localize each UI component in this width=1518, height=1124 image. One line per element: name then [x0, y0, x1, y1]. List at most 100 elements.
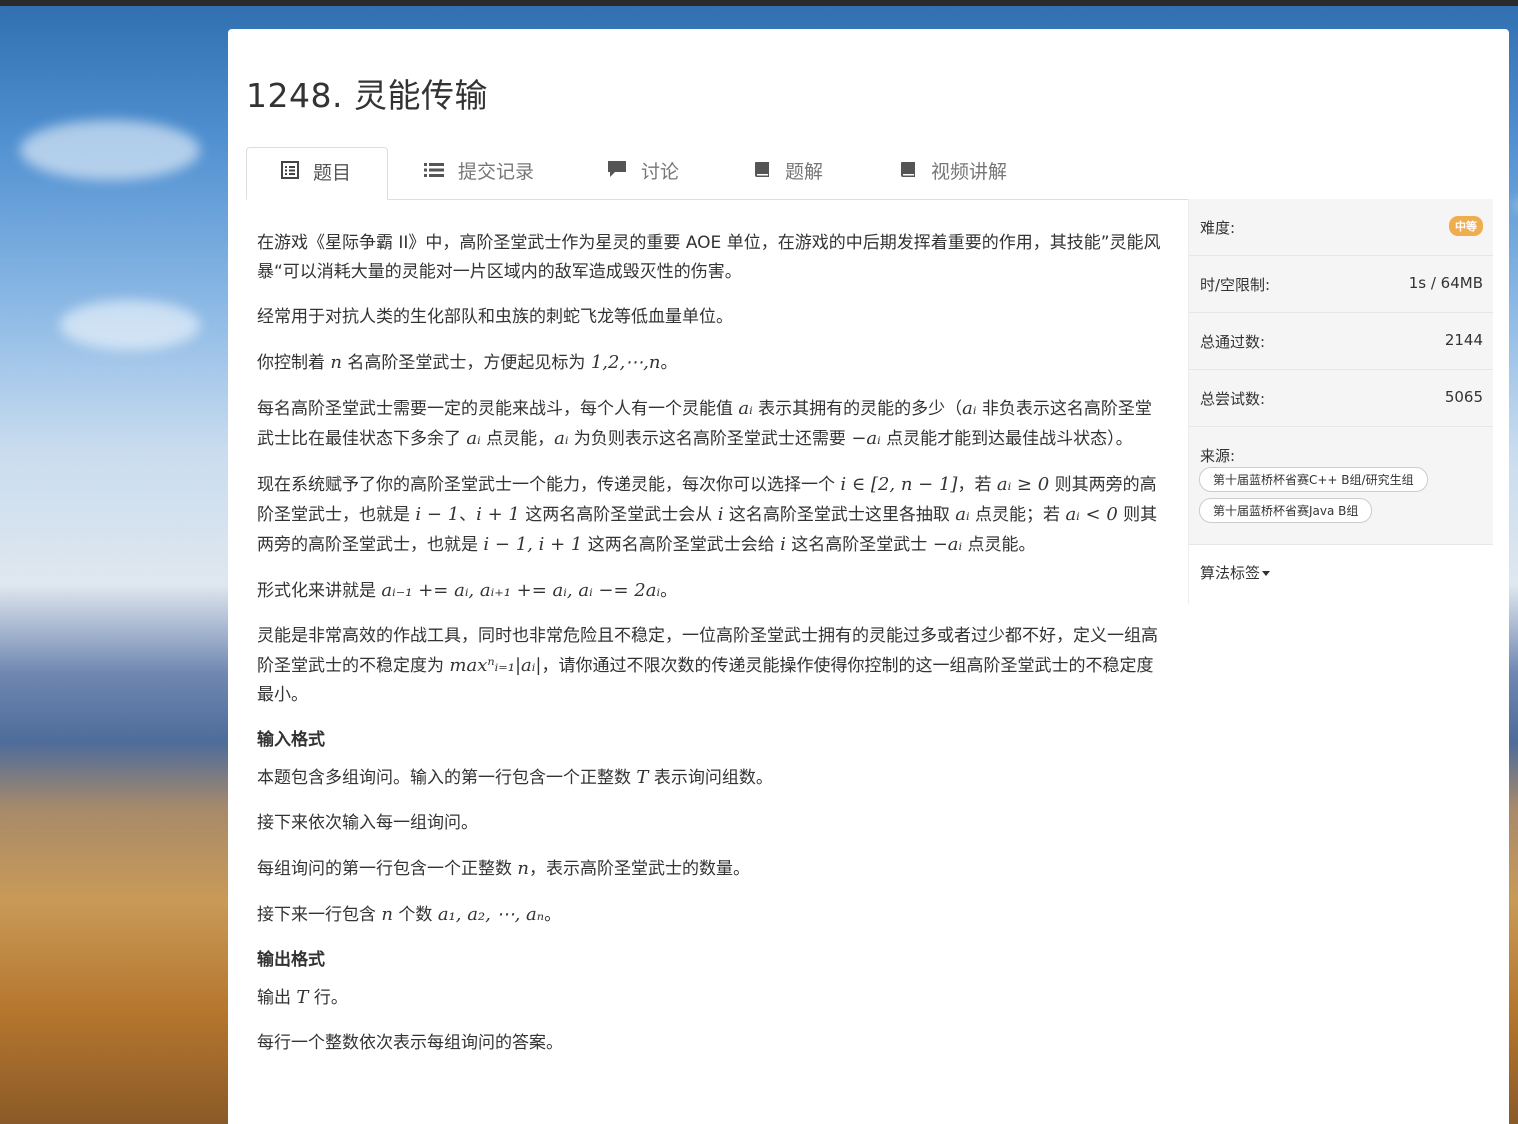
tab-video[interactable]: 视频讲解 [899, 147, 1027, 198]
text: 。 [660, 581, 678, 601]
limit-label: 时/空限制: [1200, 276, 1271, 294]
statement-paragraph: 灵能是非常高效的作战工具，同时也非常危险且不稳定，一位高阶圣堂武士拥有的灵能过多… [257, 622, 1167, 710]
caret-down-icon [1262, 571, 1271, 576]
text: 名高阶圣堂武士，方便起见标为 [342, 353, 591, 373]
text: 输出 [257, 988, 297, 1008]
statement-paragraph: 你控制着 n 名高阶圣堂武士，方便起见标为 1,2,⋯,n。 [257, 348, 1167, 378]
book-icon [753, 147, 771, 198]
limit-value: 1s / 64MB [1408, 274, 1483, 292]
math: i ∈ [2, n − 1] [840, 474, 958, 495]
difficulty-label: 难度: [1200, 219, 1236, 237]
statement-paragraph: 输出 T 行。 [257, 983, 1167, 1013]
text: 接下来一行包含 [257, 905, 382, 925]
math: aᵢ [738, 398, 753, 419]
text: 行。 [308, 988, 348, 1008]
math: T [636, 767, 649, 788]
text: 表示其拥有的灵能的多少（ [752, 399, 963, 419]
tried-label: 总尝试数: [1200, 390, 1266, 408]
tried-row: 总尝试数: 5065 [1189, 370, 1493, 427]
math: n [517, 858, 529, 879]
tab-solutions[interactable]: 题解 [753, 147, 843, 198]
math: T [296, 987, 309, 1008]
text: 点灵能。 [962, 535, 1036, 555]
statement-paragraph: 现在系统赋予了你的高阶圣堂武士一个能力，传递灵能，每次你可以选择一个 i ∈ [… [257, 470, 1167, 560]
tab-label: 提交记录 [458, 161, 535, 183]
statement-paragraph: 本题包含多组询问。输入的第一行包含一个正整数 T 表示询问组数。 [257, 763, 1167, 793]
difficulty-badge: 中等 [1449, 216, 1483, 236]
text: 、 [459, 505, 477, 525]
statement-paragraph: 形式化来讲就是 aᵢ₋₁ += aᵢ, aᵢ₊₁ += aᵢ, aᵢ −= 2a… [257, 576, 1167, 606]
math: i − 1, i + 1 [483, 534, 583, 555]
statement-paragraph: 经常用于对抗人类的生化部队和虫族的刺蛇飞龙等低血量单位。 [257, 307, 733, 327]
limit-row: 时/空限制: 1s / 64MB [1189, 256, 1493, 313]
algorithm-tags-toggle[interactable]: 算法标签 [1189, 545, 1493, 602]
text: 每名高阶圣堂武士需要一定的灵能来战斗，每个人有一个灵能值 [257, 399, 739, 419]
book-icon [899, 147, 917, 198]
output-format-heading: 输出格式 [257, 950, 325, 970]
source-label: 来源: [1200, 447, 1236, 465]
tab-label: 视频讲解 [931, 161, 1008, 183]
tab-label: 讨论 [641, 161, 680, 183]
text: 本题包含多组询问。输入的第一行包含一个正整数 [257, 768, 637, 788]
math: n [330, 352, 342, 373]
text: 现在系统赋予了你的高阶圣堂武士一个能力，传递灵能，每次你可以选择一个 [257, 475, 841, 495]
source-row: 来源: 第十届蓝桥杯省赛C++ B组/研究生组 第十届蓝桥杯省赛Java B组 [1189, 427, 1493, 545]
problem-card: 1248. 灵能传输 题目 提交记录 讨论 题解 视频讲解 在游戏《星际争霸 I… [228, 29, 1509, 1124]
text: 为负则表示这名高阶圣堂武士还需要 [568, 429, 852, 449]
text: 这两名高阶圣堂武士会从 [519, 505, 718, 525]
comment-icon [607, 147, 627, 198]
text: 。 [544, 905, 562, 925]
text: 这名高阶圣堂武士 [785, 535, 933, 555]
passed-row: 总通过数: 2144 [1189, 313, 1493, 370]
statement-paragraph: 接下来一行包含 n 个数 a₁, a₂, ⋯, aₙ。 [257, 900, 1167, 930]
text: 点灵能才能到达最佳战斗状态）。 [880, 429, 1133, 449]
math: maxⁿᵢ₌₁|aᵢ| [449, 655, 542, 676]
text: 。 [660, 353, 678, 373]
text: 这名高阶圣堂武士这里各抽取 [723, 505, 956, 525]
math: aᵢ [962, 398, 977, 419]
page-title: 1248. 灵能传输 [246, 76, 488, 115]
text: 每组询问的第一行包含一个正整数 [257, 859, 518, 879]
problem-info-sidebar: 难度: 中等 时/空限制: 1s / 64MB 总通过数: 2144 总尝试数:… [1188, 199, 1493, 604]
problem-statement: 在游戏《星际争霸 II》中，高阶圣堂武士作为星灵的重要 AOE 单位，在游戏的中… [257, 229, 1167, 1074]
text: 形式化来讲就是 [257, 581, 382, 601]
tab-bar: 题目 提交记录 讨论 题解 视频讲解 [246, 147, 1492, 200]
math: aᵢ₋₁ += aᵢ, aᵢ₊₁ += aᵢ, aᵢ −= 2aᵢ [381, 580, 661, 601]
list-icon [424, 147, 444, 198]
passed-label: 总通过数: [1200, 333, 1266, 351]
background-cloud [20, 120, 200, 180]
text: 个数 [393, 905, 438, 925]
statement-paragraph: 每名高阶圣堂武士需要一定的灵能来战斗，每个人有一个灵能值 aᵢ 表示其拥有的灵能… [257, 394, 1167, 454]
background-cloud [60, 300, 200, 350]
math: aᵢ [466, 428, 481, 449]
tab-submissions[interactable]: 提交记录 [424, 147, 554, 198]
tried-value: 5065 [1444, 388, 1483, 406]
tab-label: 题解 [785, 161, 824, 183]
tab-label: 题目 [313, 162, 352, 184]
text: 点灵能；若 [969, 505, 1066, 525]
text: 这两名高阶圣堂武士会给 [582, 535, 781, 555]
math: −aᵢ [851, 428, 881, 449]
passed-value: 2144 [1444, 331, 1483, 349]
algorithm-tags-label: 算法标签 [1200, 564, 1261, 582]
input-format-heading: 输入格式 [257, 730, 325, 750]
text: ，表示高阶圣堂武士的数量。 [529, 859, 750, 879]
text: 点灵能， [480, 429, 555, 449]
statement-paragraph: 每行一个整数依次表示每组询问的答案。 [257, 1033, 563, 1053]
list-alt-icon [281, 148, 299, 199]
source-tag[interactable]: 第十届蓝桥杯省赛Java B组 [1199, 498, 1373, 523]
statement-paragraph: 每组询问的第一行包含一个正整数 n，表示高阶圣堂武士的数量。 [257, 854, 1167, 884]
math: i + 1 [476, 504, 520, 525]
math: 1,2,⋯,n [590, 352, 661, 373]
browser-top-bar [0, 0, 1518, 6]
source-tag[interactable]: 第十届蓝桥杯省赛C++ B组/研究生组 [1199, 467, 1428, 492]
statement-paragraph: 接下来依次输入每一组询问。 [257, 813, 478, 833]
difficulty-row: 难度: 中等 [1189, 199, 1493, 256]
text: ，若 [957, 475, 997, 495]
tab-problem[interactable]: 题目 [246, 147, 388, 200]
math: aᵢ ≥ 0 [996, 474, 1050, 495]
tab-discussion[interactable]: 讨论 [607, 147, 699, 198]
math: aᵢ [955, 504, 970, 525]
math: aᵢ < 0 [1065, 504, 1118, 525]
text: 你控制着 [257, 353, 331, 373]
